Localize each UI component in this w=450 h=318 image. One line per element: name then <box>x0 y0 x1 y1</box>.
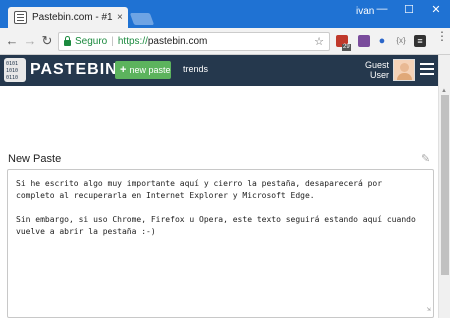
paste-textarea[interactable]: Si he escrito algo muy importante aquí y… <box>7 169 434 318</box>
paste-paragraph: Si he escrito algo muy importante aquí y… <box>16 179 387 200</box>
new-paste-button[interactable]: + new paste <box>115 61 171 79</box>
reload-icon[interactable]: ↻ <box>39 33 55 49</box>
logo-line: 1010 <box>6 68 19 74</box>
url-host: pastebin.com <box>147 36 208 47</box>
hamburger-menu-icon[interactable] <box>420 63 434 77</box>
address-bar[interactable]: Seguro | https:// pastebin.com ☆ <box>58 32 330 51</box>
ublock-badge: 29 <box>342 44 351 51</box>
browser-tab[interactable]: Pastebin.com - #1 paste × <box>8 7 128 28</box>
avatar[interactable] <box>393 59 415 81</box>
back-icon[interactable]: ← <box>4 33 20 48</box>
close-window-icon[interactable]: ✕ <box>425 3 447 16</box>
window-titlebar: Pastebin.com - #1 paste × ivan — ☐ ✕ <box>0 0 450 28</box>
site-brand[interactable]: PASTEBIN <box>30 61 118 79</box>
guest-user-label[interactable]: Guest User <box>349 60 389 80</box>
scroll-up-icon[interactable]: ▲ <box>441 88 447 94</box>
new-tab-button[interactable] <box>129 13 155 25</box>
tab-title: Pastebin.com - #1 paste <box>32 12 114 23</box>
maximize-icon[interactable]: ☐ <box>398 3 420 16</box>
guest-user-sub: - <box>384 71 387 78</box>
page-scrollbar[interactable]: ▲ <box>438 55 450 318</box>
extension-icon[interactable] <box>358 35 370 47</box>
new-paste-label: new paste <box>129 65 171 75</box>
pastebin-logo[interactable]: 0101 1010 0110 <box>4 58 26 82</box>
layers-extension-icon[interactable]: ≡ <box>414 35 426 47</box>
paste-paragraph: Sin embargo, si uso Chrome, Firefox u Op… <box>16 215 421 236</box>
minimize-icon[interactable]: — <box>371 3 393 15</box>
browser-toolbar: ← → ↻ Seguro | https:// pastebin.com ☆ 2… <box>0 28 450 55</box>
scroll-thumb[interactable] <box>441 95 449 275</box>
resize-grip-icon[interactable]: ⇲ <box>427 303 431 315</box>
address-divider: | <box>111 36 114 47</box>
site-header: 0101 1010 0110 PASTEBIN + new paste tren… <box>0 55 438 86</box>
logo-line: 0101 <box>6 61 19 67</box>
url-protocol: https:// <box>117 36 148 47</box>
plus-icon: + <box>120 64 127 76</box>
forward-icon[interactable]: → <box>22 33 38 48</box>
bookmark-star-icon[interactable]: ☆ <box>314 35 324 48</box>
pastebin-favicon-icon <box>14 11 27 24</box>
logo-line: 0110 <box>6 75 19 81</box>
json-extension-icon[interactable]: {x} <box>393 35 409 47</box>
browser-menu-icon[interactable]: ⋮ <box>436 30 448 42</box>
trends-link[interactable]: trends <box>183 64 208 74</box>
lock-icon <box>64 36 71 46</box>
pencil-icon[interactable]: ✎ <box>421 152 430 165</box>
tab-close-icon[interactable]: × <box>117 12 123 23</box>
secure-label: Seguro <box>75 36 108 47</box>
section-title: New Paste <box>8 153 62 165</box>
droplet-extension-icon[interactable]: ● <box>376 35 388 47</box>
